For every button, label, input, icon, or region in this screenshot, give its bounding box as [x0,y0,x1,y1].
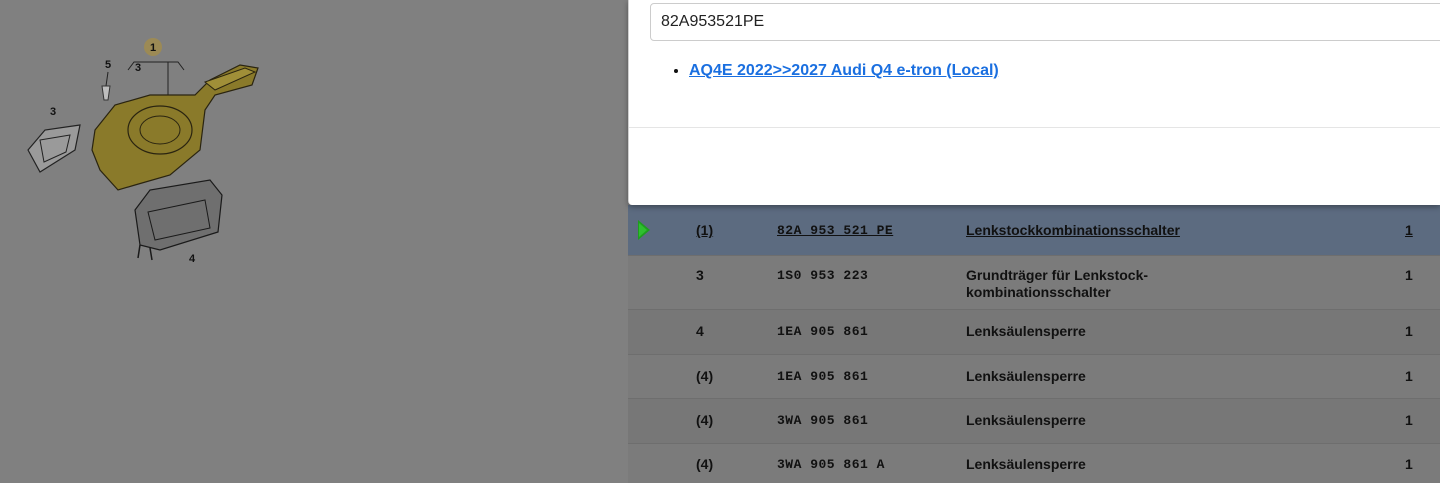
part-number-cell: 1EA 905 861 [777,324,869,339]
quantity-cell: 1 [1405,456,1413,472]
modal-footer [629,127,1440,205]
part-number-cell[interactable]: 82A 953 521 PE [777,222,893,239]
position-cell: (4) [696,368,714,384]
position-cell: 4 [696,323,704,339]
description-cell: Lenksäulensperre [966,412,1086,428]
description-cell: Lenksäulensperre [966,456,1086,472]
table-row[interactable]: 4 1EA 905 861 Lenksäulensperre 1 [628,310,1440,355]
part-number-cell: 1EA 905 861 [777,369,869,384]
part-number-cell: 3WA 905 861 A [777,457,885,472]
description-cell: Lenksäulensperre [966,368,1086,384]
search-modal: AQ4E 2022>>2027 Audi Q4 e-tron (Local) [628,0,1440,205]
quantity-cell: 1 [1405,412,1413,428]
position-cell: (4) [696,412,714,428]
position-cell: 3 [696,267,704,283]
part-search-input[interactable] [650,3,1440,41]
quantity-cell: 1 [1405,267,1413,283]
description-cell: Lenksäulensperre [966,323,1086,339]
part-number-cell: 1S0 953 223 [777,268,869,283]
combination-switch-part[interactable] [91,64,259,191]
search-results-list: AQ4E 2022>>2027 Audi Q4 e-tron (Local) [689,62,999,80]
quantity-cell[interactable]: 1 [1405,222,1413,239]
table-row[interactable]: (1) 82A 953 521 PE Lenkstockkombinations… [628,205,1440,256]
table-row[interactable]: (4) 3WA 905 861 A Lenksäulensperre 1 [628,444,1440,483]
leader-line [105,71,109,87]
table-row[interactable]: (4) 1EA 905 861 Lenksäulensperre 1 [628,355,1440,399]
description-cell[interactable]: Lenkstockkombinationsschalter [966,222,1366,239]
callout-4[interactable]: 4 [189,253,196,265]
callout-1[interactable]: 1 [150,42,156,54]
parts-diagram: 1 3 5 3 4 [0,0,628,483]
play-icon[interactable] [638,220,650,240]
bracket-part [27,124,81,173]
parts-table: (1) 82A 953 521 PE Lenkstockkombinations… [628,205,1440,483]
part-number-cell: 3WA 905 861 [777,413,869,428]
callout-3-left[interactable]: 3 [50,106,56,118]
quantity-cell: 1 [1405,323,1413,339]
steering-lock-part [134,179,223,251]
table-row[interactable]: 3 1S0 953 223 Grundträger für Lenkstock-… [628,256,1440,310]
diagram-illustration: 1 3 5 3 4 [27,38,259,265]
description-cell: Grundträger für Lenkstock-kombinationssc… [966,267,1149,300]
callout-5[interactable]: 5 [105,59,111,71]
screw-part [101,85,111,101]
quantity-cell: 1 [1405,368,1413,384]
list-item: AQ4E 2022>>2027 Audi Q4 e-tron (Local) [689,62,999,80]
position-cell[interactable]: (1) [696,222,713,239]
position-cell: (4) [696,456,714,472]
callout-3-top[interactable]: 3 [135,62,141,74]
result-link[interactable]: AQ4E 2022>>2027 Audi Q4 e-tron (Local) [689,62,999,79]
table-row[interactable]: (4) 3WA 905 861 Lenksäulensperre 1 [628,399,1440,444]
